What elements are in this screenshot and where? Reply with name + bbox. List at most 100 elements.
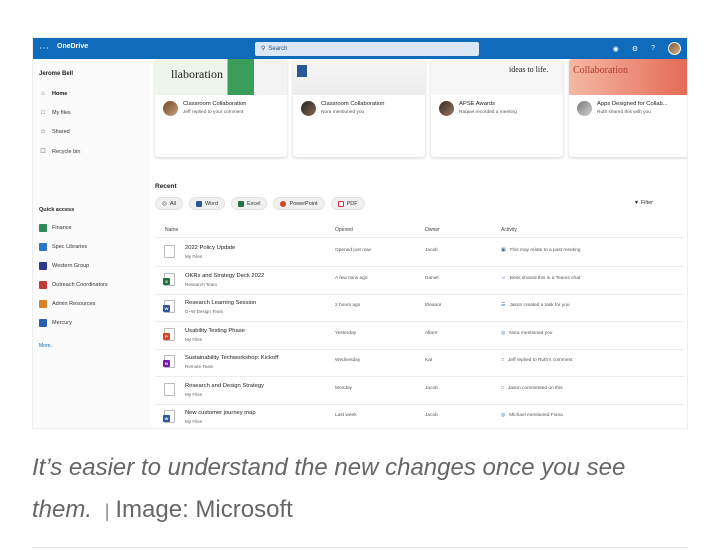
- bell-icon[interactable]: ◉: [613, 45, 619, 53]
- filter-word[interactable]: Word: [188, 197, 225, 210]
- top-bar: ⋯ OneDrive ⚲ Search ◉ ⚙ ?: [33, 38, 687, 59]
- quick-access-label: Finance: [52, 225, 72, 231]
- file-name[interactable]: Usability Testing Phase: [185, 328, 245, 334]
- more-link[interactable]: More..: [39, 343, 53, 349]
- avatar: [163, 101, 178, 116]
- filter-label: Word: [204, 200, 218, 207]
- file-activity: ☺ Bess shared this in a Teams chat: [501, 276, 580, 281]
- file-location: My Files: [185, 419, 203, 424]
- file-name[interactable]: Research Learning Session: [185, 300, 256, 306]
- card-activity: Nora mentioned you: [321, 110, 365, 115]
- gear-icon[interactable]: ⚙: [632, 45, 638, 53]
- table-row[interactable]: P Usability Testing Phase My Files Yesterda…: [155, 322, 685, 350]
- card-title: Apps Designed for Collab...: [597, 101, 668, 107]
- file-owner: Jacob: [425, 248, 438, 253]
- activity-icon: ☰: [501, 303, 506, 308]
- file-name[interactable]: Research and Design Strategy: [185, 383, 264, 389]
- file-activity: □ Jeff replied to Ruth's comment: [501, 358, 572, 363]
- filter-all[interactable]: ◎ All: [155, 197, 183, 210]
- card[interactable]: Collaboration Apps Designed for Collab..…: [569, 59, 687, 157]
- sidebar-item-label: Shared: [52, 129, 70, 135]
- file-type-badge: W: [163, 415, 170, 422]
- file-icon: N: [163, 355, 175, 368]
- file-name[interactable]: OKRs and Strategy Deck 2022: [185, 273, 264, 279]
- quick-access-item-admin-resources[interactable]: Admin Resources: [39, 300, 95, 308]
- quick-access-item-mercury[interactable]: Mercury: [39, 319, 72, 327]
- quick-access-item-finance[interactable]: Finance: [39, 224, 72, 232]
- app-name[interactable]: OneDrive: [57, 43, 88, 50]
- trash-icon: ☐: [40, 149, 46, 155]
- quick-access-label: Admin Resources: [52, 301, 96, 307]
- thumbnail-text: Collaboration: [573, 65, 628, 76]
- file-owner: Eleanor: [425, 303, 442, 308]
- quick-access-item-outreach[interactable]: Outreach Coordinators: [39, 281, 108, 289]
- file-name[interactable]: New customer journey map: [185, 410, 256, 416]
- avatar[interactable]: [668, 42, 681, 55]
- waffle-icon[interactable]: ⋯: [39, 43, 49, 54]
- file-icon: X: [163, 272, 175, 286]
- card[interactable]: llaboration Classroom Collaboration Jeff…: [155, 59, 287, 157]
- filter-powerpoint[interactable]: PowerPoint: [273, 197, 325, 210]
- file-location: Research Team: [185, 281, 218, 287]
- table-row[interactable]: N Sustainability Techworkshop: Kickoff Rem…: [155, 349, 685, 377]
- word-icon: [195, 200, 202, 207]
- table-row[interactable]: Research and Design Strategy My Files Mond…: [155, 377, 685, 405]
- excel-icon: [237, 200, 244, 207]
- caption-credit: Image: Microsoft: [115, 496, 293, 523]
- activity-icon: ◎: [501, 330, 506, 336]
- table-row[interactable]: W Research Learning Session D+W Design Tea…: [155, 294, 685, 322]
- file-opened: Wednesday: [335, 358, 361, 363]
- divider: [32, 547, 688, 548]
- file-location: My Files: [185, 254, 203, 259]
- search-input[interactable]: ⚲ Search: [255, 42, 479, 56]
- table-row[interactable]: W New customer journey map My Files Last we…: [155, 404, 685, 428]
- file-icon: P: [163, 327, 175, 341]
- quick-access-item-spec-libraries[interactable]: Spec Libraries: [39, 243, 87, 251]
- activity-icon: □: [501, 358, 504, 363]
- quick-access-label: Spec Libraries: [52, 244, 88, 250]
- thumbnail-text: ideas to life.: [509, 65, 549, 74]
- activity-text: Jeff replied to Ruth's comment: [507, 358, 573, 363]
- card[interactable]: ideas to life. APSE Awards Raquel record…: [431, 59, 563, 157]
- file-name[interactable]: 2022 Policy Update: [185, 245, 235, 251]
- sidebar-item-recycle-bin[interactable]: ☐ Recycle bin: [39, 148, 81, 156]
- filter-button[interactable]: ▼ Filter: [634, 200, 653, 206]
- file-activity: ◎ Michael mentioned Fiona: [501, 413, 563, 418]
- file-opened: Yesterday: [335, 330, 357, 336]
- site-icon: [39, 300, 47, 308]
- activity-icon: ◎: [501, 413, 506, 418]
- sidebar-item-home[interactable]: ⌂ Home: [39, 91, 67, 97]
- activity-text: Jason created a task for you: [509, 303, 570, 308]
- activity-text: Nora mentioned you: [509, 330, 553, 336]
- card[interactable]: Classroom Collaboration Nora mentioned y…: [293, 59, 425, 157]
- file-location: D+W Design Team: [185, 309, 224, 314]
- file-name[interactable]: Sustainability Techworkshop: Kickoff: [185, 355, 278, 361]
- table-row[interactable]: 2022 Policy Update My Files Opened just no…: [155, 239, 685, 267]
- sidebar-item-shared[interactable]: ☺ Shared: [39, 129, 70, 135]
- column-header-activity[interactable]: Activity: [501, 227, 517, 233]
- quick-access-item-western-group[interactable]: Western Group: [39, 262, 89, 270]
- file-owner: Kat: [425, 358, 433, 363]
- file-activity: ▣ This may relate to a past meeting: [501, 248, 580, 253]
- column-header-owner[interactable]: Owner: [425, 227, 440, 233]
- sidebar-item-label: Recycle bin: [52, 148, 81, 155]
- pdf-icon: [337, 200, 344, 207]
- filter-pdf[interactable]: PDF: [330, 197, 365, 210]
- file-opened: Monday: [335, 385, 353, 391]
- help-icon[interactable]: ?: [651, 45, 655, 52]
- sidebar-item-label: My files: [52, 110, 71, 116]
- column-header-opened[interactable]: Opened: [335, 227, 353, 233]
- filter-excel[interactable]: Excel: [230, 197, 268, 210]
- file-type-badge: W: [163, 305, 170, 312]
- file-opened: Last week: [335, 413, 357, 418]
- file-type-filters: ◎ All Word Excel PowerPoint PDF: [155, 197, 365, 210]
- quick-access-label: Western Group: [52, 263, 90, 269]
- site-icon: [39, 281, 47, 289]
- column-header-name[interactable]: Name: [165, 227, 178, 233]
- sidebar-item-my-files[interactable]: □ My files: [39, 110, 71, 116]
- file-location: Remote Team: [185, 364, 214, 369]
- card-title: Classroom Collaboration: [183, 101, 247, 107]
- table-row[interactable]: X OKRs and Strategy Deck 2022 Research Tea…: [155, 267, 685, 295]
- avatar: [301, 101, 316, 116]
- file-owner: Daniel: [425, 275, 439, 281]
